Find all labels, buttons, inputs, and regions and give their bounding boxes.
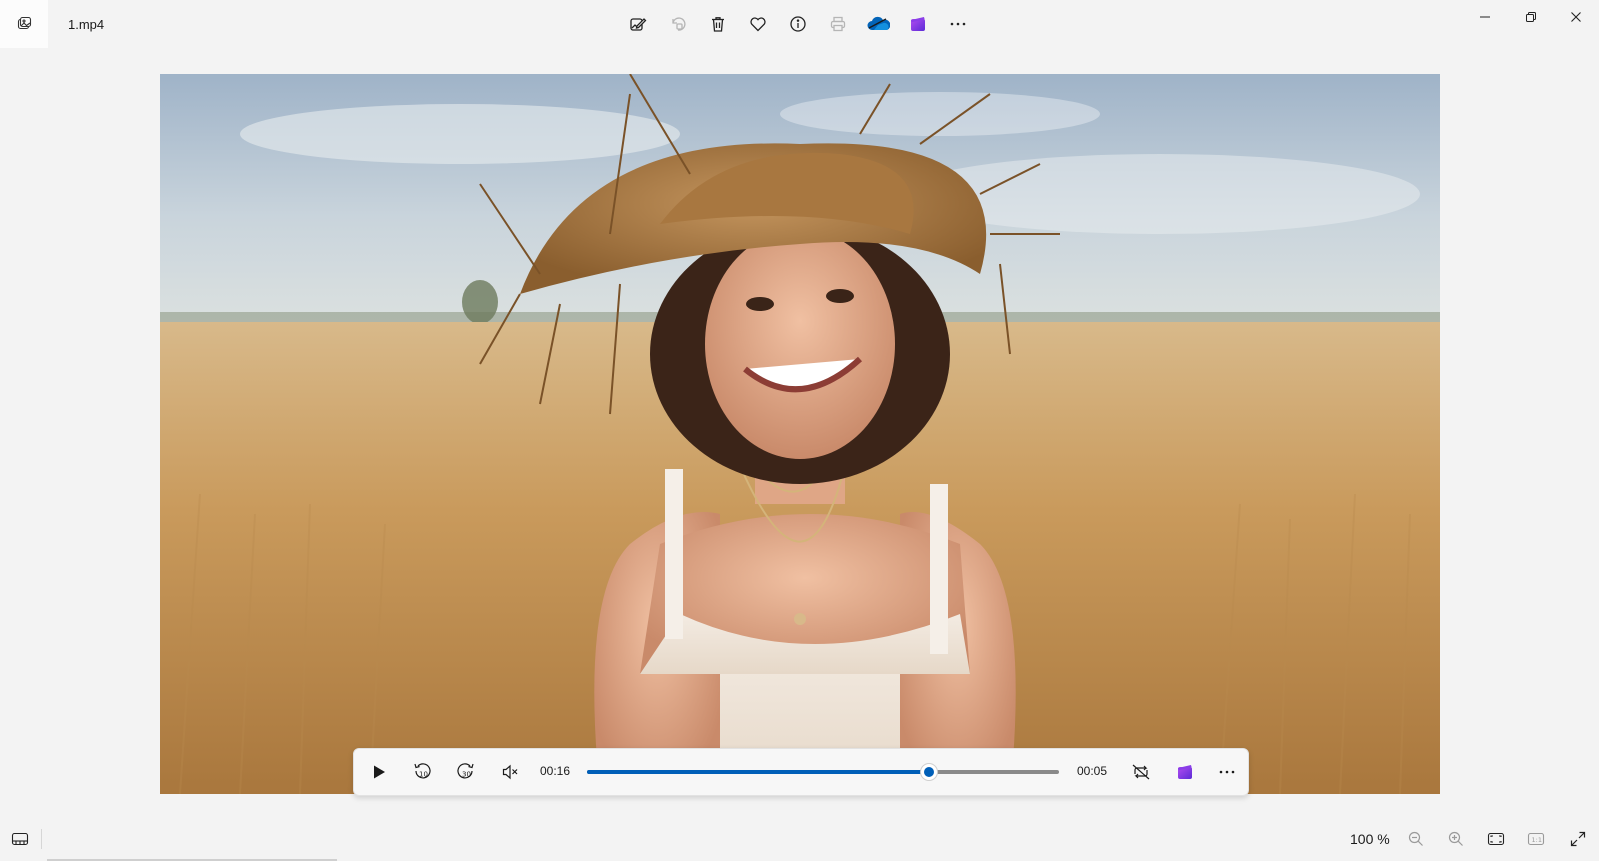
seek-bar-thumb[interactable]: [920, 763, 939, 781]
svg-text:30: 30: [462, 771, 471, 779]
media-player-controls: 10 30 00:16 00:05: [353, 748, 1249, 796]
play-icon[interactable]: [362, 756, 396, 788]
filmstrip-icon[interactable]: [8, 827, 32, 851]
zoom-level[interactable]: 100 %: [1350, 831, 1390, 847]
seek-bar-progress: [587, 770, 930, 774]
full-screen-icon[interactable]: [1562, 825, 1594, 853]
svg-text:1:1: 1:1: [1532, 836, 1542, 844]
window-title: 1.mp4: [68, 17, 105, 32]
elapsed-time: 00:16: [540, 764, 571, 778]
fit-to-window-icon[interactable]: [1480, 825, 1512, 853]
delete-icon[interactable]: [698, 8, 738, 40]
clipchamp-icon[interactable]: [1168, 756, 1202, 788]
top-toolbar: [618, 8, 978, 40]
edit-image-icon[interactable]: [618, 8, 658, 40]
mute-icon[interactable]: [493, 756, 527, 788]
rotate-icon[interactable]: [658, 8, 698, 40]
photos-app-icon[interactable]: [0, 0, 48, 48]
seek-bar[interactable]: [587, 763, 1059, 781]
actual-size-icon[interactable]: 1:1: [1520, 825, 1552, 853]
more-options-icon[interactable]: [938, 8, 978, 40]
rewind-10-icon[interactable]: 10: [405, 756, 439, 788]
restore-icon[interactable]: [1508, 0, 1554, 34]
title-bar: 1.mp4: [0, 0, 1599, 48]
favorite-icon[interactable]: [738, 8, 778, 40]
clipchamp-icon[interactable]: [898, 8, 938, 40]
video-frame-image: [160, 74, 1440, 794]
remaining-time: 00:05: [1077, 764, 1108, 778]
status-divider: [41, 829, 42, 849]
repeat-off-icon[interactable]: [1124, 756, 1158, 788]
svg-text:10: 10: [419, 771, 428, 779]
onedrive-icon[interactable]: [858, 8, 898, 40]
status-bar: 100 % 1:1: [0, 817, 1599, 861]
more-options-icon[interactable]: [1210, 756, 1244, 788]
close-icon[interactable]: [1553, 0, 1599, 34]
forward-30-icon[interactable]: 30: [449, 756, 483, 788]
file-info-icon[interactable]: [778, 8, 818, 40]
video-frame[interactable]: [160, 74, 1440, 794]
zoom-out-icon[interactable]: [1400, 825, 1432, 853]
zoom-in-icon[interactable]: [1440, 825, 1472, 853]
minimize-icon[interactable]: [1462, 0, 1508, 34]
print-icon[interactable]: [818, 8, 858, 40]
